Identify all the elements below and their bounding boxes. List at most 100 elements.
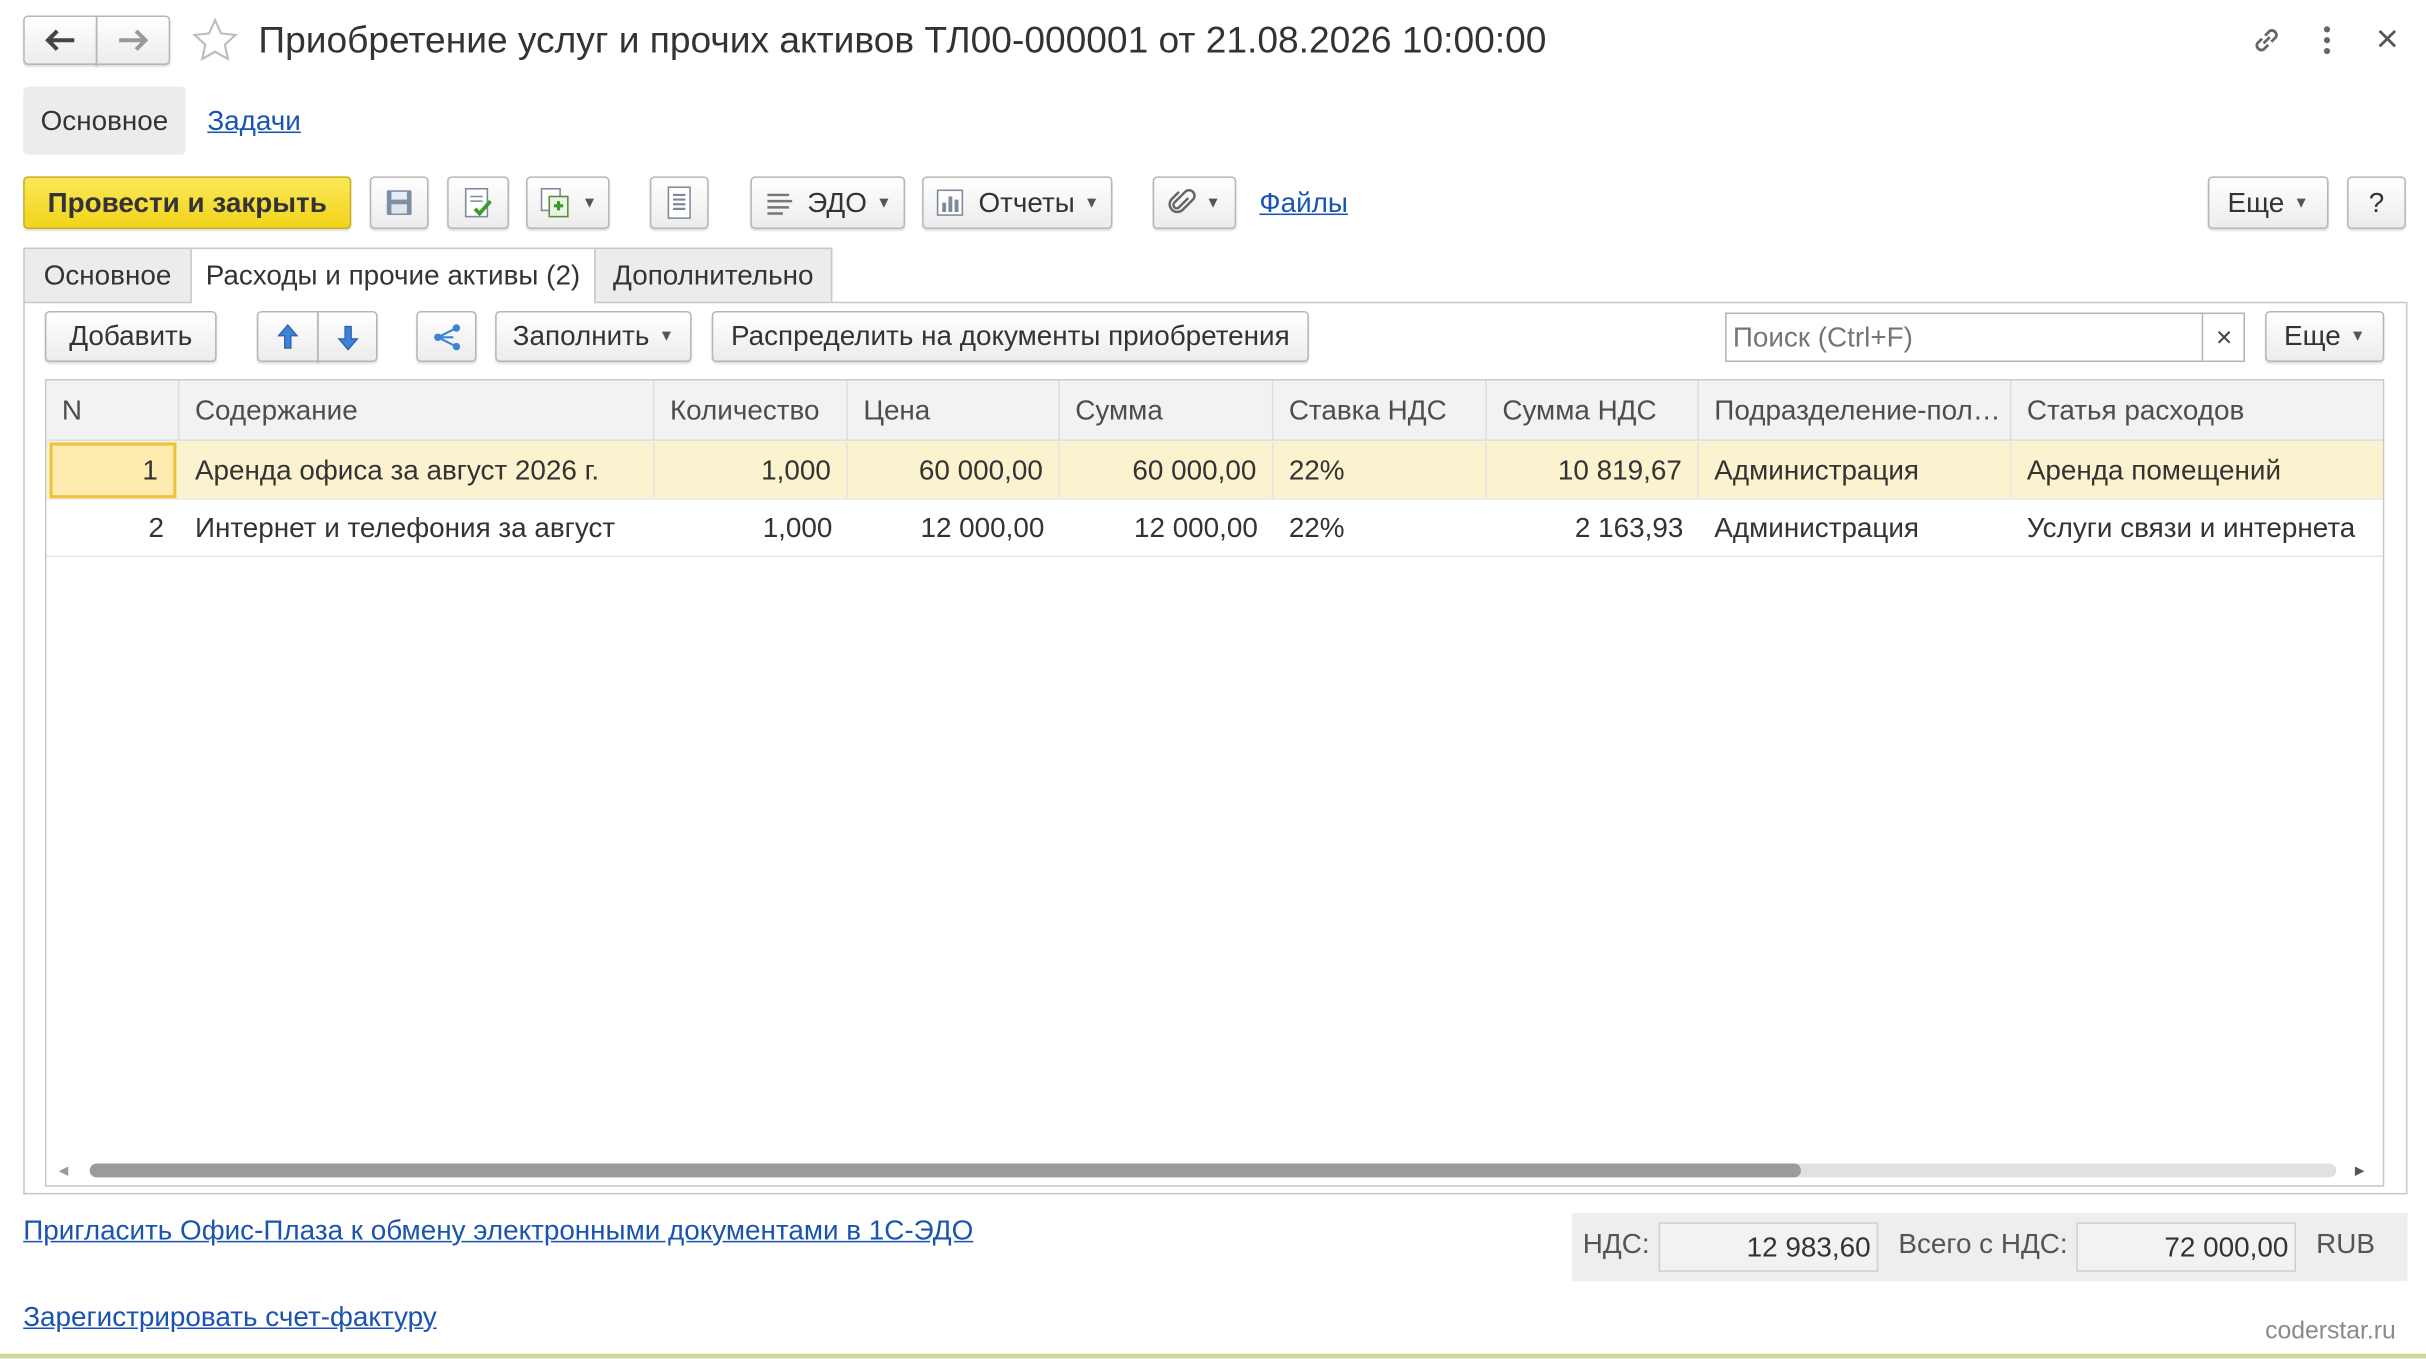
structure-button[interactable] <box>416 310 477 363</box>
chevron-down-icon: ▼ <box>2349 328 2366 346</box>
reports-button[interactable]: Отчеты ▼ <box>922 176 1113 229</box>
total-label: Всего с НДС: <box>1898 1228 2068 1260</box>
expenses-table: N Содержание Количество Цена Сумма Ставк… <box>44 379 2385 1187</box>
vat-value-field: 12 983,60 <box>1658 1222 1879 1272</box>
more-vertical-icon[interactable] <box>2316 25 2338 56</box>
edo-button[interactable]: ЭДО ▼ <box>750 176 906 229</box>
table-more-button[interactable]: Еще ▼ <box>2265 310 2385 363</box>
document-journal-button[interactable] <box>649 176 709 229</box>
create-based-on-button[interactable]: ▼ <box>526 176 610 229</box>
link-icon[interactable] <box>2250 23 2284 57</box>
move-up-button[interactable] <box>256 310 319 363</box>
chevron-down-icon: ▼ <box>1084 194 1100 212</box>
column-header-price[interactable]: Цена <box>848 380 1060 440</box>
column-header-n[interactable]: N <box>46 380 180 440</box>
create-based-icon <box>540 187 569 218</box>
search-clear-label: × <box>2215 321 2233 352</box>
cell-vat-sum: 2 163,93 <box>1574 511 1684 543</box>
help-button[interactable]: ? <box>2347 176 2406 229</box>
chevron-down-icon: ▼ <box>1205 194 1221 212</box>
column-header-expense-item[interactable]: Статья расходов <box>2011 381 2382 440</box>
add-label: Добавить <box>69 320 193 352</box>
panel-tab-main[interactable]: Основное <box>23 86 186 155</box>
panel-tab-tasks[interactable]: Задачи <box>207 105 301 137</box>
register-invoice-link[interactable]: Зарегистрировать счет-фактуру <box>23 1301 436 1333</box>
more-label: Еще <box>2227 186 2285 218</box>
cell-n: 2 <box>148 511 165 543</box>
arrow-left-icon <box>45 29 75 51</box>
table-more-label: Еще <box>2284 320 2341 352</box>
chevron-down-icon: ▼ <box>658 328 675 346</box>
search-box: × <box>1725 312 2245 363</box>
cell-sum: 12 000,00 <box>1133 511 1258 543</box>
table-row[interactable]: 1 Аренда офиса за август 2026 г. 1,000 6… <box>46 440 2383 500</box>
paperclip-icon <box>1168 189 1196 214</box>
cell-quantity: 1,000 <box>762 511 833 543</box>
page-title: Приобретение услуг и прочих активов ТЛ00… <box>258 20 1547 62</box>
invite-edo-link[interactable]: Пригласить Офис-Плаза к обмену электронн… <box>23 1215 973 1247</box>
document-window: Приобретение услуг и прочих активов ТЛ00… <box>0 0 2426 1359</box>
cell-expense-item: Аренда помещений <box>2026 454 2282 486</box>
column-header-content[interactable]: Содержание <box>179 380 655 440</box>
cell-vat-rate: 22% <box>1288 511 1345 543</box>
scrollbar-thumb[interactable] <box>89 1163 1801 1178</box>
fill-button[interactable]: Заполнить ▼ <box>495 310 692 363</box>
distribute-button[interactable]: Распределить на документы приобретения <box>711 310 1309 363</box>
tree-structure-icon <box>433 323 460 350</box>
favorite-star-icon[interactable] <box>192 17 238 63</box>
column-header-vat-sum[interactable]: Сумма НДС <box>1487 380 1699 440</box>
reports-label: Отчеты <box>978 186 1075 218</box>
tab-main[interactable]: Основное <box>23 247 192 304</box>
cell-content: Интернет и телефония за август <box>194 511 616 543</box>
back-button[interactable] <box>23 15 98 65</box>
cell-department: Администрация <box>1699 442 2012 499</box>
post-button[interactable] <box>447 176 510 229</box>
cell-sum: 60 000,00 <box>1060 442 1274 499</box>
tab-expenses[interactable]: Расходы и прочие активы (2) <box>190 247 596 305</box>
cell-expense-item: Услуги связи и интернета <box>2026 511 2356 543</box>
list-document-icon <box>667 186 691 219</box>
horizontal-scrollbar[interactable]: ◀ ▶ <box>59 1157 2374 1182</box>
edo-label: ЭДО <box>807 186 867 218</box>
tab-additional[interactable]: Дополнительно <box>594 247 833 304</box>
cell-quantity: 1,000 <box>654 442 848 499</box>
arrow-up-icon <box>277 323 299 348</box>
chevron-down-icon: ▼ <box>581 194 598 212</box>
cell-vat-rate: 22% <box>1273 442 1487 499</box>
currency-label: RUB <box>2316 1228 2375 1260</box>
save-button[interactable] <box>369 176 429 229</box>
floppy-disk-icon <box>386 190 412 216</box>
cell-n: 1 <box>49 442 177 499</box>
chevron-down-icon: ▼ <box>876 194 892 212</box>
scroll-right-icon[interactable]: ▶ <box>2355 1160 2370 1179</box>
files-link[interactable]: Файлы <box>1259 187 1348 219</box>
cell-vat-sum: 10 819,67 <box>1487 442 1699 499</box>
post-document-icon <box>464 187 492 218</box>
reports-icon <box>937 189 964 216</box>
close-icon[interactable] <box>2375 26 2400 51</box>
column-header-vat-rate[interactable]: Ставка НДС <box>1273 380 1487 440</box>
distribute-label: Распределить на документы приобретения <box>730 320 1290 352</box>
vat-label: НДС: <box>1582 1228 1650 1260</box>
post-and-close-label: Провести и закрыть <box>47 186 327 218</box>
edo-icon <box>767 193 792 215</box>
active-tab-joiner <box>191 300 595 305</box>
move-down-button[interactable] <box>317 310 378 363</box>
add-button[interactable]: Добавить <box>44 310 217 363</box>
help-label: ? <box>2368 186 2385 218</box>
column-header-sum[interactable]: Сумма <box>1060 380 1274 440</box>
attachments-button[interactable]: ▼ <box>1152 176 1237 229</box>
arrow-down-icon <box>336 325 358 350</box>
search-input[interactable] <box>1726 314 2201 361</box>
column-header-department[interactable]: Подразделение-пол… <box>1699 380 2012 440</box>
scroll-left-icon[interactable]: ◀ <box>59 1160 74 1179</box>
table-row[interactable]: 2 Интернет и телефония за август 1,000 1… <box>46 499 2383 557</box>
bottom-border <box>0 1353 2426 1359</box>
more-button[interactable]: Еще ▼ <box>2207 176 2329 229</box>
forward-button[interactable] <box>95 15 171 65</box>
search-clear-button[interactable]: × <box>2201 314 2245 361</box>
panel-tab-main-label: Основное <box>40 104 169 136</box>
fill-label: Заполнить <box>512 320 650 352</box>
post-and-close-button[interactable]: Провести и закрыть <box>23 176 352 229</box>
column-header-quantity[interactable]: Количество <box>654 380 848 440</box>
